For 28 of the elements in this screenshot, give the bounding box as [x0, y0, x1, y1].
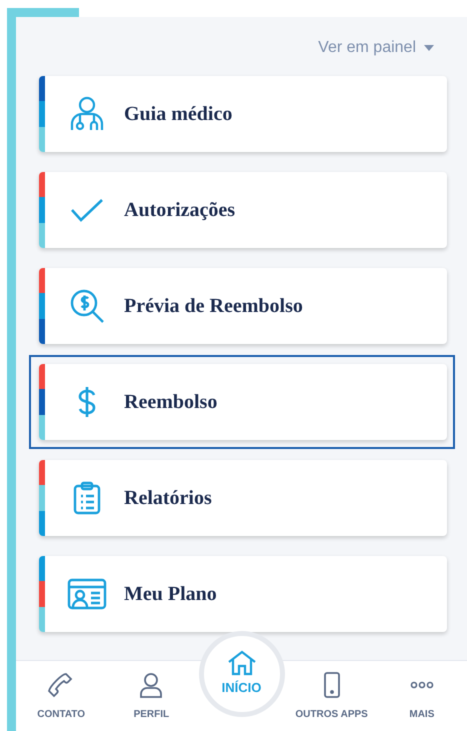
check-icon: [70, 198, 104, 222]
card-title: Meu Plano: [124, 582, 217, 607]
nav-tab[interactable]: MAIS: [376, 661, 467, 731]
menu-card[interactable]: Prévia de Reembolso: [39, 268, 447, 344]
phone-icon: [48, 672, 74, 698]
nav-tab[interactable]: CONTATO: [16, 661, 106, 731]
search-icon: [69, 288, 105, 324]
home-icon: [226, 650, 256, 676]
card-title: Autorizações: [124, 198, 236, 223]
nav-tab[interactable]: OUTROS APPS: [286, 661, 377, 731]
menu-card[interactable]: Guia médico: [39, 76, 447, 152]
phone-device-icon: [322, 672, 341, 698]
menu-card[interactable]: Relatórios: [39, 460, 447, 536]
card-title: Prévia de Reembolso: [124, 294, 303, 319]
menu-card[interactable]: Meu Plano: [39, 556, 447, 632]
menu-card[interactable]: Reembolso: [39, 364, 447, 440]
clipboard-icon: [73, 481, 101, 515]
dollar-icon: [77, 386, 97, 418]
id-card-icon: [67, 578, 107, 610]
card-title: Reembolso: [124, 390, 218, 415]
person-icon: [138, 672, 164, 698]
menu-card[interactable]: Autorizações: [39, 172, 447, 248]
nav-tab[interactable]: PERFIL: [106, 661, 196, 731]
caret-icon: [424, 45, 434, 51]
card-title: Guia médico: [124, 102, 232, 127]
card-title: Relatórios: [124, 486, 212, 511]
person-icon: [70, 96, 104, 132]
more-icon: [410, 681, 434, 689]
